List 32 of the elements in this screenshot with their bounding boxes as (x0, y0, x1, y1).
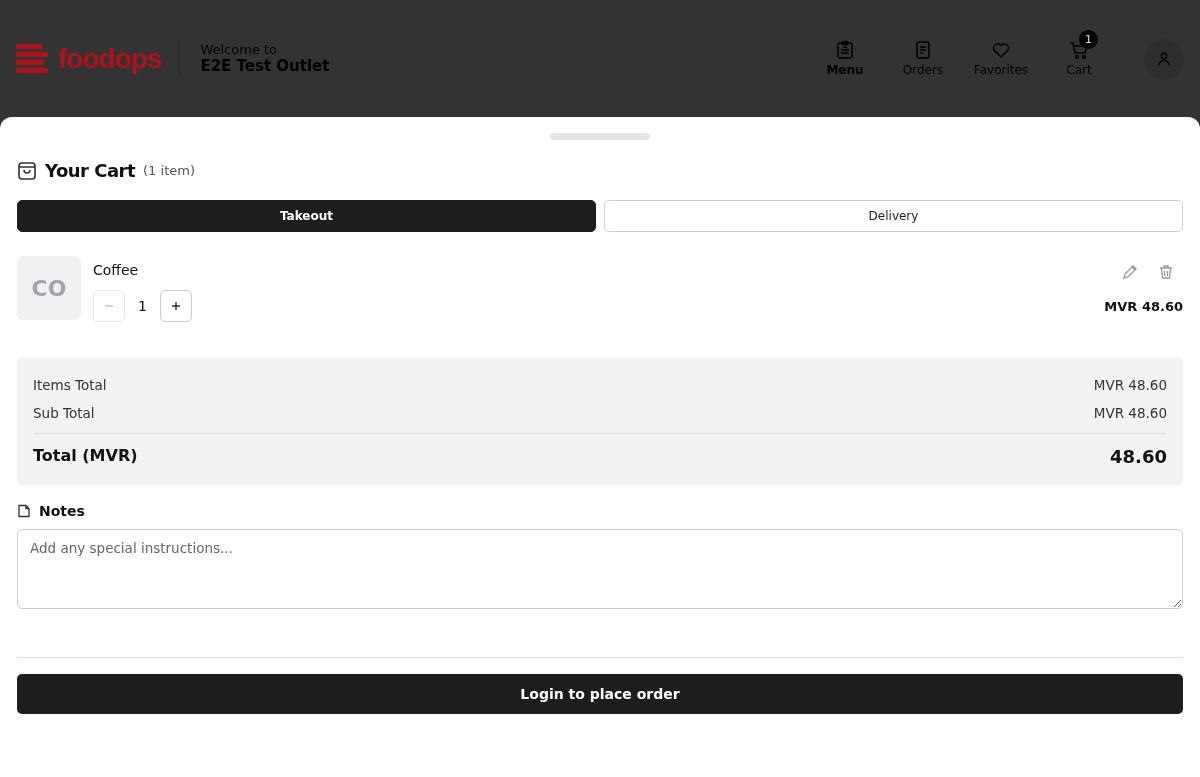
profile-button[interactable] (1144, 38, 1184, 79)
logo-icon (16, 43, 48, 74)
note-icon (17, 504, 31, 518)
login-button[interactable]: Login to place order (17, 674, 1183, 714)
item-name: Coffee (93, 262, 140, 278)
clipboard-icon (835, 40, 855, 60)
summary-label: Items Total (33, 377, 107, 393)
edit-icon[interactable] (1122, 264, 1138, 280)
item-price: MVR 48.60 (1104, 299, 1183, 314)
cart-count-badge: 1 (1079, 30, 1098, 49)
clipboard-icon (913, 40, 933, 60)
order-type-tab[interactable]: Delivery (604, 200, 1183, 232)
summary-value: MVR 48.60 (1093, 405, 1167, 421)
bag-icon (17, 160, 37, 181)
drag-handle[interactable] (550, 133, 650, 140)
user-icon (1157, 51, 1171, 66)
notes-label: Notes (39, 503, 85, 519)
total-label: Total (MVR) (33, 446, 138, 467)
summary-value: MVR 48.60 (1093, 377, 1167, 393)
item-count: (1 item) (143, 163, 195, 178)
item-thumbnail: CO (17, 256, 81, 320)
notes-field[interactable]: Add any special instructions... (17, 529, 1183, 609)
order-type-tab[interactable]: Takeout (17, 200, 596, 232)
increase-button[interactable] (159, 290, 192, 322)
delete-icon[interactable] (1158, 264, 1174, 280)
total-value: 48.60 (1110, 446, 1167, 467)
summary-label: Sub Total (33, 405, 95, 421)
brand-name: foodops (58, 42, 162, 75)
heart-icon (991, 40, 1011, 60)
plus-icon (170, 301, 181, 311)
cart-title: Your Cart (45, 160, 136, 181)
quantity-value: 1 (138, 298, 147, 314)
